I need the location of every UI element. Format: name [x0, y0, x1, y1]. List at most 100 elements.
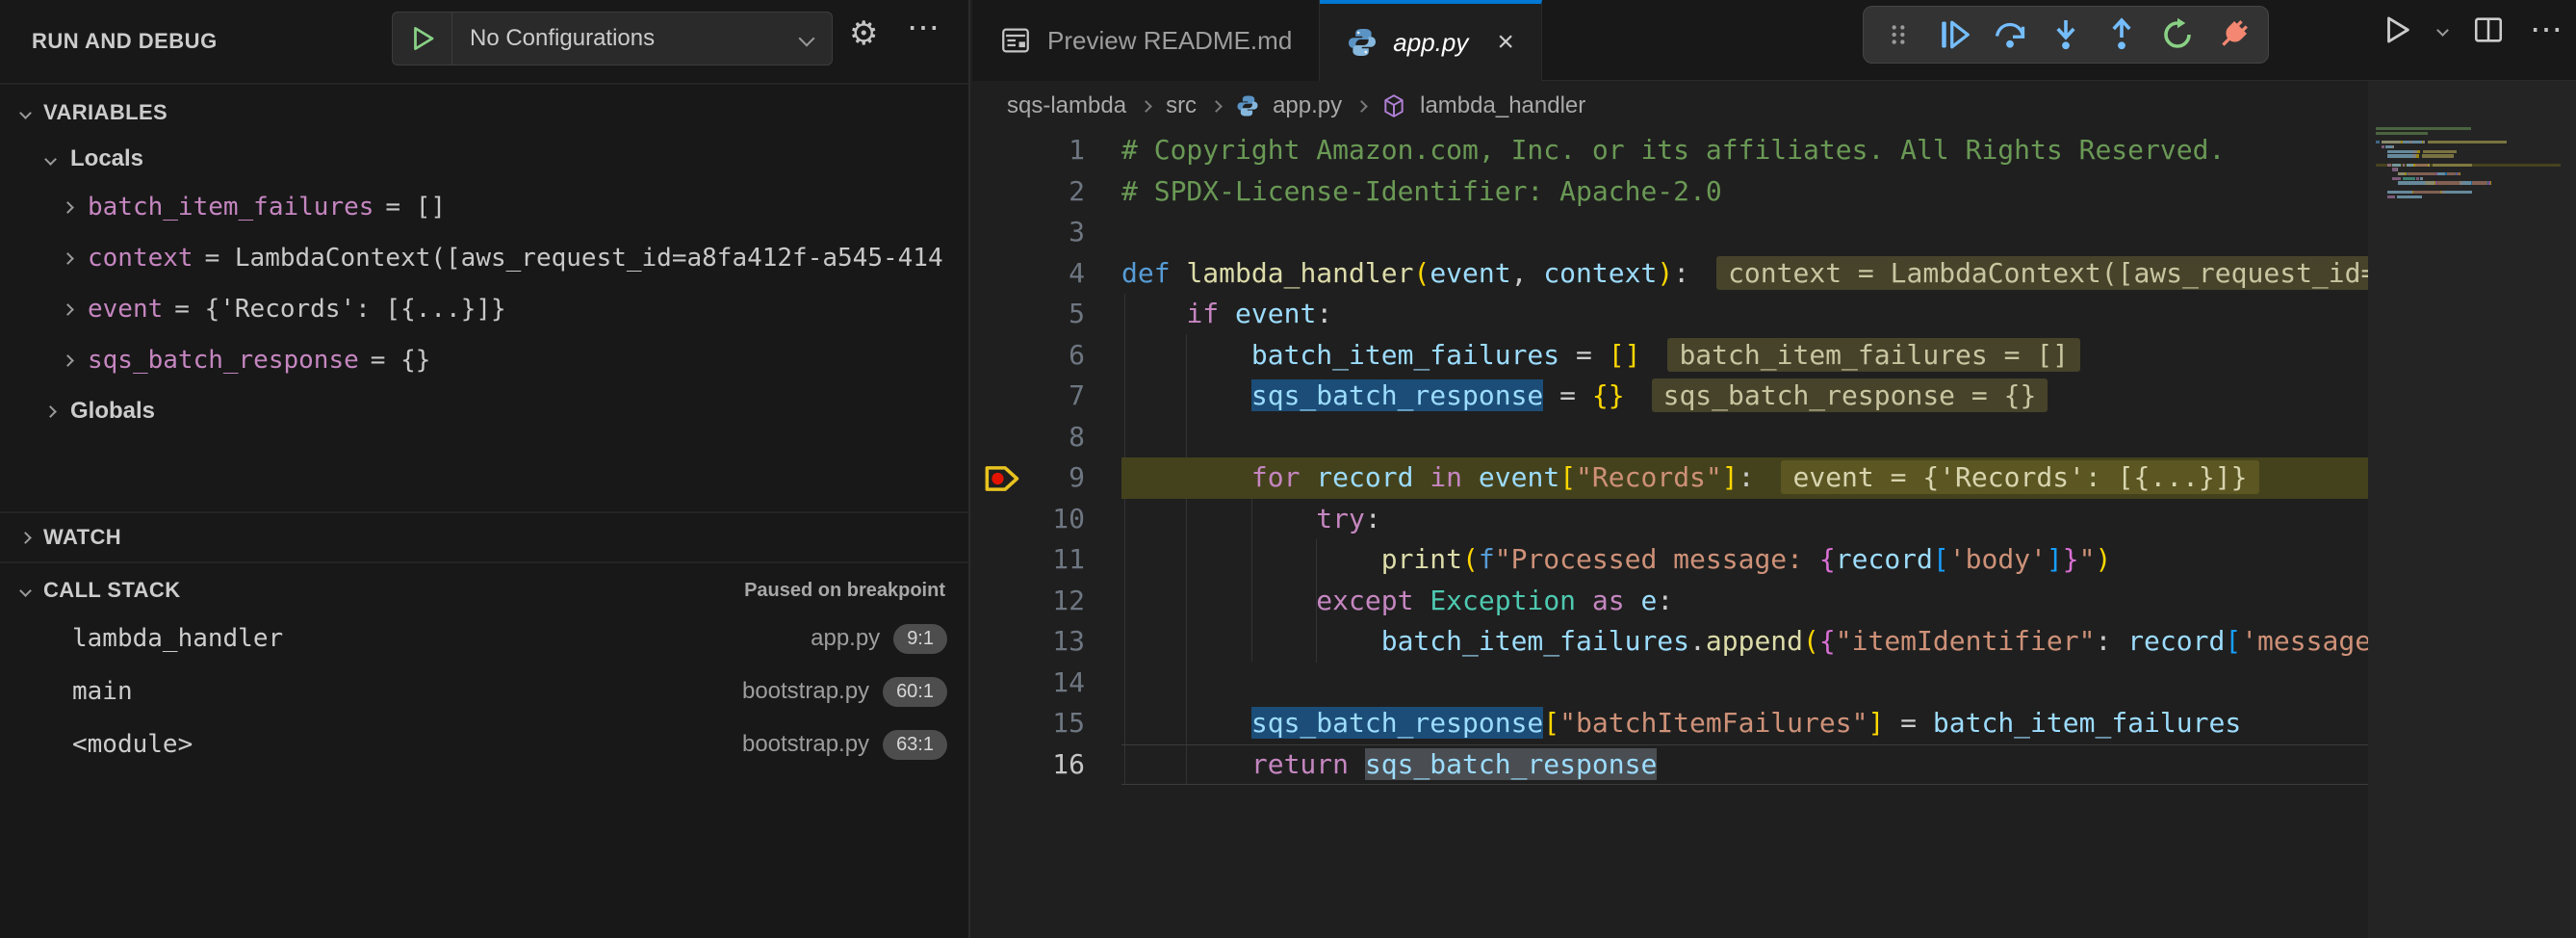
step-over-button[interactable] [1985, 12, 2035, 58]
line-number[interactable]: 14 [972, 663, 1121, 704]
code-text[interactable]: except Exception as e: [1121, 581, 2368, 622]
chevron-down-icon [19, 107, 32, 119]
frame-name: main [72, 677, 133, 706]
variables-scope-globals[interactable]: Globals [0, 389, 968, 433]
debug-inline-value: batch_item_failures = [] [1667, 338, 2080, 372]
stack-frame-row[interactable]: main bootstrap.py60:1 [0, 667, 968, 716]
code-line-10: 10 try: [972, 499, 2368, 540]
editor-group: Preview README.md app.py × [972, 0, 2576, 938]
restart-button[interactable] [2152, 12, 2202, 58]
code-text[interactable]: # SPDX-License-Identifier: Apache-2.0 [1121, 171, 2368, 213]
code-text[interactable]: batch_item_failures.append({"itemIdentif… [1121, 621, 2368, 663]
stack-frame-row[interactable]: <module>bootstrap.py63:1 [0, 720, 968, 769]
code-text[interactable]: sqs_batch_response["batchItemFailures"] … [1121, 703, 2368, 744]
breadcrumb-file[interactable]: app.py [1273, 92, 1342, 119]
line-number[interactable]: 5 [972, 294, 1121, 335]
frame-location: bootstrap.py60:1 [742, 677, 947, 707]
code-line-6: 6 batch_item_failures = []batch_item_fai… [972, 335, 2368, 377]
start-debugging-icon[interactable] [393, 13, 452, 65]
line-number[interactable]: 1 [972, 130, 1121, 171]
stack-frame-row[interactable]: lambda_handlerapp.py9:1 [0, 614, 968, 663]
frame-location: app.py9:1 [811, 624, 947, 654]
minimap-line [2376, 127, 2471, 130]
variable-row[interactable]: event= {'Records': [{...}]} [0, 287, 968, 331]
chevron-right-icon [1355, 100, 1368, 113]
breadcrumb-folder[interactable]: src [1166, 92, 1197, 119]
breakpoint-current-line-icon[interactable] [984, 462, 1022, 500]
line-number[interactable]: 2 [972, 171, 1121, 213]
chevron-right-icon [19, 532, 32, 544]
run-and-debug-sidebar: RUN AND DEBUG No Configurations ⚙ ⋯ VARI… [0, 0, 970, 938]
minimap[interactable] [2368, 81, 2576, 938]
breadcrumb-symbol[interactable]: lambda_handler [1420, 92, 1585, 119]
code-text[interactable]: try: [1121, 499, 2368, 540]
settings-gear-icon[interactable]: ⚙ [849, 17, 878, 50]
code-text[interactable] [1121, 663, 2368, 704]
minimap-line [2376, 132, 2428, 135]
line-number[interactable]: 8 [972, 417, 1121, 458]
disconnect-button[interactable] [2208, 12, 2258, 58]
variable-row[interactable]: sqs_batch_response= {} [0, 338, 968, 382]
code-text[interactable]: for record in event["Records"]:event = {… [1121, 457, 2368, 499]
chevron-right-icon [62, 201, 74, 214]
code-text[interactable]: sqs_batch_response = {}sqs_batch_respons… [1121, 376, 2368, 417]
step-out-button[interactable] [2097, 12, 2147, 58]
code-line-14: 14 [972, 663, 2368, 704]
line-number[interactable]: 6 [972, 335, 1121, 377]
code-text[interactable]: return sqs_batch_response [1121, 744, 2368, 786]
watch-section-header[interactable]: WATCH [0, 516, 968, 559]
more-actions-icon[interactable]: ⋯ [907, 12, 940, 44]
tab-app-py[interactable]: app.py × [1320, 0, 1542, 81]
python-icon [1236, 94, 1259, 117]
line-number[interactable]: 15 [972, 703, 1121, 744]
code-text[interactable] [1121, 417, 2368, 458]
code-text[interactable]: batch_item_failures = []batch_item_failu… [1121, 335, 2368, 377]
code-text[interactable] [1121, 212, 2368, 253]
line-number[interactable]: 12 [972, 581, 1121, 622]
variable-row[interactable]: context= LambdaContext([aws_request_id=a… [0, 236, 968, 280]
code-line-16: 16 return sqs_batch_response [972, 744, 2368, 786]
variables-scope-locals[interactable]: Locals [0, 137, 968, 181]
run-python-file-button[interactable] [2381, 13, 2413, 46]
debug-config-dropdown[interactable]: No Configurations [392, 12, 833, 65]
breadcrumb-folder[interactable]: sqs-lambda [1007, 92, 1126, 119]
close-icon[interactable]: × [1497, 26, 1514, 59]
code-line-11: 11 print(f"Processed message: {record['b… [972, 539, 2368, 581]
variable-row[interactable]: batch_item_failures= [] [0, 185, 968, 229]
line-number[interactable]: 7 [972, 376, 1121, 417]
minimap-line [2376, 195, 2422, 198]
more-actions-icon[interactable]: ⋯ [2530, 13, 2563, 46]
run-dropdown-chevron-icon[interactable] [2438, 26, 2447, 35]
code-line-7: 7 sqs_batch_response = {}sqs_batch_respo… [972, 376, 2368, 417]
paused-status-badge: Paused on breakpoint [744, 580, 945, 602]
continue-button[interactable] [1929, 12, 1979, 58]
code-text[interactable]: def lambda_handler(event, context):conte… [1121, 253, 2368, 295]
code-text[interactable]: # Copyright Amazon.com, Inc. or its affi… [1121, 130, 2368, 171]
code-area: 1# Copyright Amazon.com, Inc. or its aff… [972, 130, 2368, 938]
frame-position-badge: 63:1 [883, 730, 947, 760]
variables-section-header[interactable]: VARIABLES [0, 92, 968, 133]
line-number[interactable]: 10 [972, 499, 1121, 540]
split-editor-button[interactable] [2472, 13, 2505, 46]
line-number[interactable]: 3 [972, 212, 1121, 253]
code-line-5: 5 if event: [972, 294, 2368, 335]
variable-value: = LambdaContext([aws_request_id=a8fa412f… [205, 244, 943, 273]
variable-name: sqs_batch_response [88, 346, 359, 375]
divider [0, 511, 968, 513]
line-number[interactable]: 16 [972, 744, 1121, 786]
drag-handle-icon[interactable] [1873, 12, 1923, 58]
debug-inline-value: context = LambdaContext([aws_request_id=… [1716, 256, 2368, 290]
minimap-line [2376, 172, 2460, 175]
tab-preview-readme[interactable]: Preview README.md [972, 0, 1320, 81]
sidebar-header: RUN AND DEBUG No Configurations ⚙ ⋯ [0, 0, 968, 81]
line-number[interactable]: 4 [972, 253, 1121, 295]
minimap-line [2376, 164, 2561, 167]
line-number[interactable]: 11 [972, 539, 1121, 581]
code-text[interactable]: if event: [1121, 294, 2368, 335]
call-stack-section-header[interactable]: CALL STACK Paused on breakpoint [0, 568, 968, 612]
frame-file: bootstrap.py [742, 678, 869, 705]
code-text[interactable]: print(f"Processed message: {record['body… [1121, 539, 2368, 581]
step-into-button[interactable] [2041, 12, 2091, 58]
debug-toolbar [1863, 6, 2269, 64]
line-number[interactable]: 13 [972, 621, 1121, 663]
